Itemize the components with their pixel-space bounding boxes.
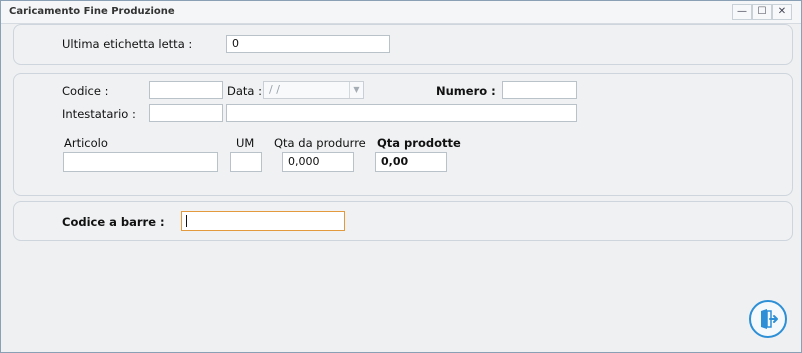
last-label-label: Ultima etichetta letta :: [62, 37, 193, 51]
date-picker[interactable]: / / ▼: [263, 81, 364, 99]
articolo-field[interactable]: [63, 152, 218, 172]
maximize-button[interactable]: ☐: [752, 4, 772, 20]
intestatario-name-field[interactable]: [226, 104, 577, 122]
close-button[interactable]: ✕: [772, 4, 792, 20]
barcode-panel: Codice a barre :: [13, 201, 793, 241]
last-label-field[interactable]: 0: [226, 35, 390, 53]
app-window: Caricamento Fine Produzione — ☐ ✕ Ultima…: [0, 0, 802, 353]
numero-label: Numero :: [436, 84, 496, 98]
articolo-label: Articolo: [64, 136, 108, 150]
title-bar: Caricamento Fine Produzione — ☐ ✕: [1, 1, 801, 24]
numero-field[interactable]: [502, 81, 577, 99]
qta-da-produrre-field[interactable]: 0,000: [282, 152, 354, 172]
codice-field[interactable]: [149, 81, 223, 99]
qta-da-produrre-label: Qta da produrre: [274, 136, 366, 150]
minimize-button[interactable]: —: [732, 4, 752, 20]
barcode-label: Codice a barre :: [62, 215, 165, 229]
um-field[interactable]: [230, 152, 262, 172]
order-details-panel: Codice : Data : / / ▼ Numero : Intestata…: [13, 73, 793, 196]
um-label: UM: [236, 136, 255, 150]
qta-prodotte-label: Qta prodotte: [377, 136, 461, 150]
barcode-input[interactable]: [181, 211, 345, 231]
data-label: Data :: [227, 84, 262, 98]
exit-button[interactable]: [749, 300, 787, 338]
date-value: / /: [269, 83, 280, 96]
text-cursor: [186, 215, 187, 227]
last-label-panel: Ultima etichetta letta : 0: [13, 24, 793, 65]
exit-door-icon: [761, 309, 778, 329]
qta-prodotte-field[interactable]: 0,00: [375, 152, 447, 172]
window-title: Caricamento Fine Produzione: [9, 6, 175, 17]
intestatario-code-field[interactable]: [149, 104, 223, 122]
intestatario-label: Intestatario :: [62, 107, 136, 121]
chevron-down-icon[interactable]: ▼: [349, 82, 363, 98]
codice-label: Codice :: [62, 84, 109, 98]
